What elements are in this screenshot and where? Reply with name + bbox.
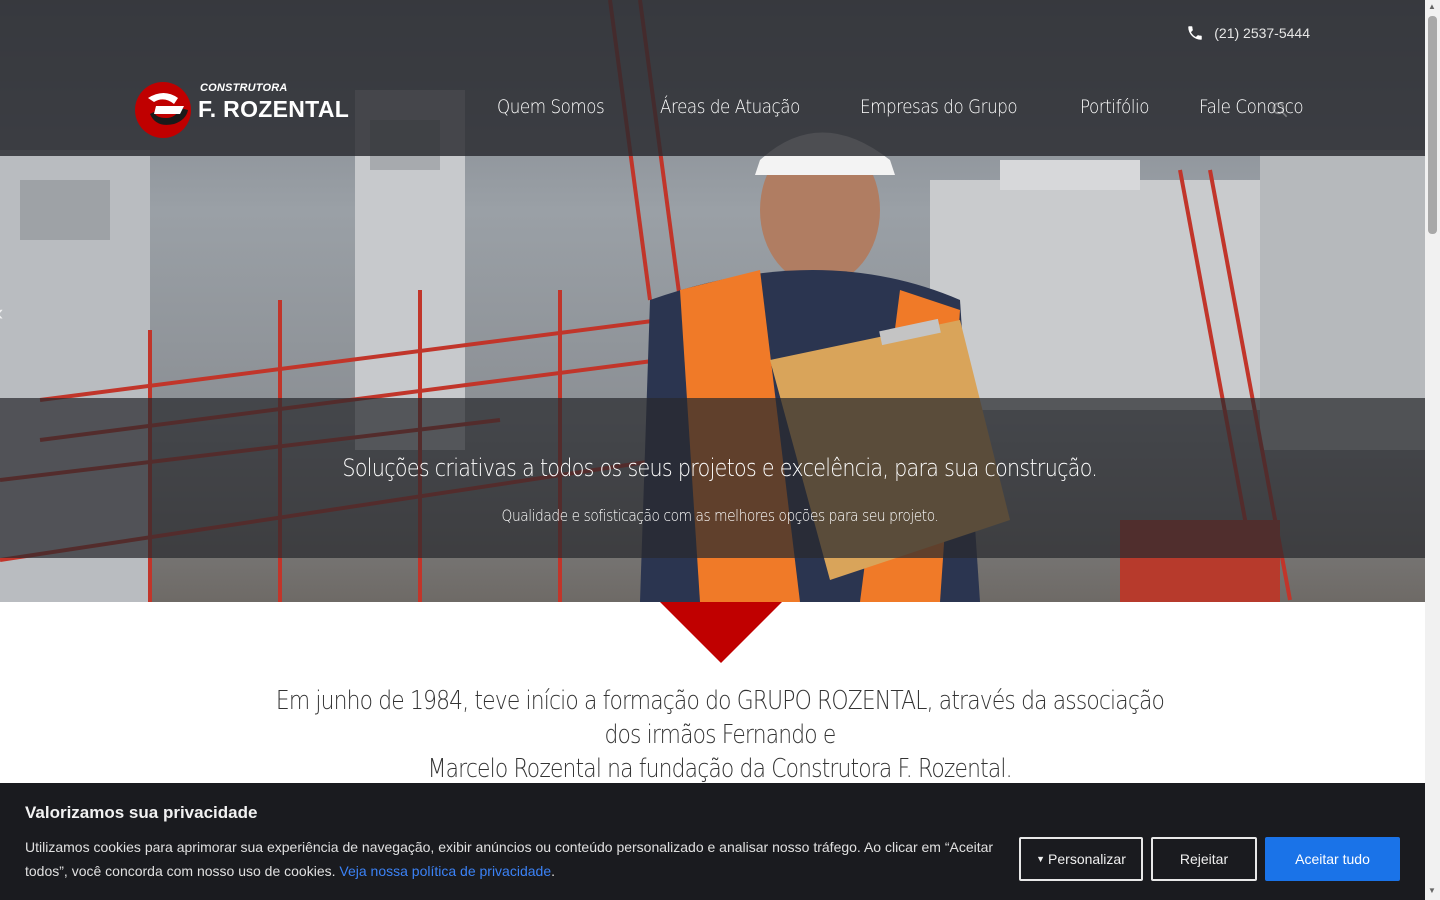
scroll-up-arrow-icon[interactable]: ▲: [1428, 2, 1436, 11]
header-phone[interactable]: (21) 2537-5444: [1186, 24, 1310, 42]
logo-text-construtora: CONSTRUTORA: [200, 82, 288, 94]
intro-line-1: Em junho de 1984, teve início a formação…: [275, 686, 1165, 750]
nav-item-empresas-do-grupo[interactable]: Empresas do Grupo: [860, 96, 1039, 118]
hero-title: Soluções criativas a todos os seus proje…: [0, 454, 1440, 482]
rozental-logo-icon: [135, 82, 191, 138]
nav-link[interactable]: Áreas de Atuação: [660, 96, 800, 118]
hero-title-text: Soluções criativas a todos os seus proje…: [342, 454, 1098, 482]
logo-text-rozental: F. ROZENTAL: [198, 96, 350, 122]
privacy-policy-link[interactable]: Veja nossa política de privacidade: [339, 863, 551, 879]
hero-subtitle-text: Qualidade e sofisticação com as melhores…: [501, 506, 939, 525]
intro-line-2: Marcelo Rozental na fundação da Construt…: [427, 754, 1013, 784]
nav-item-portifolio[interactable]: Portifólio: [1080, 96, 1158, 118]
nav-item-quem-somos[interactable]: Quem Somos: [497, 96, 619, 118]
site-logo[interactable]: CONSTRUTORA F. ROZENTAL: [134, 80, 374, 140]
customize-button[interactable]: ▼ Personalizar: [1019, 837, 1143, 881]
slider-prev-arrow-icon[interactable]: ‹: [0, 300, 3, 326]
section-pointer-triangle: [660, 602, 782, 663]
cookie-text-end: .: [551, 863, 555, 879]
nav-link[interactable]: Quem Somos: [497, 96, 605, 118]
cookie-title: Valorizamos sua privacidade: [25, 803, 258, 822]
main-nav: Quem Somos Áreas de Atuação Empresas do …: [497, 96, 1317, 118]
scroll-down-arrow-icon[interactable]: ▼: [1428, 886, 1436, 895]
phone-icon: [1188, 26, 1202, 40]
scrollbar-thumb[interactable]: [1428, 16, 1437, 234]
nav-item-fale-conosco[interactable]: Fale Conosco: [1199, 96, 1317, 118]
customize-label: Personalizar: [1048, 851, 1126, 867]
reject-button[interactable]: Rejeitar: [1151, 837, 1257, 881]
search-icon[interactable]: [1270, 100, 1290, 120]
nav-item-areas-de-atuacao[interactable]: Áreas de Atuação: [660, 96, 819, 118]
intro-paragraph: Em junho de 1984, teve início a formação…: [180, 684, 1260, 786]
accept-all-button[interactable]: Aceitar tudo: [1265, 837, 1400, 881]
caret-down-icon: ▼: [1036, 854, 1046, 864]
cookie-description: Utilizamos cookies para aprimorar sua ex…: [25, 835, 1000, 883]
hero-subtitle: Qualidade e sofisticação com as melhores…: [0, 506, 1440, 525]
nav-link[interactable]: Empresas do Grupo: [860, 96, 1018, 118]
phone-number: (21) 2537-5444: [1214, 25, 1310, 41]
nav-link[interactable]: Portifólio: [1080, 96, 1149, 118]
